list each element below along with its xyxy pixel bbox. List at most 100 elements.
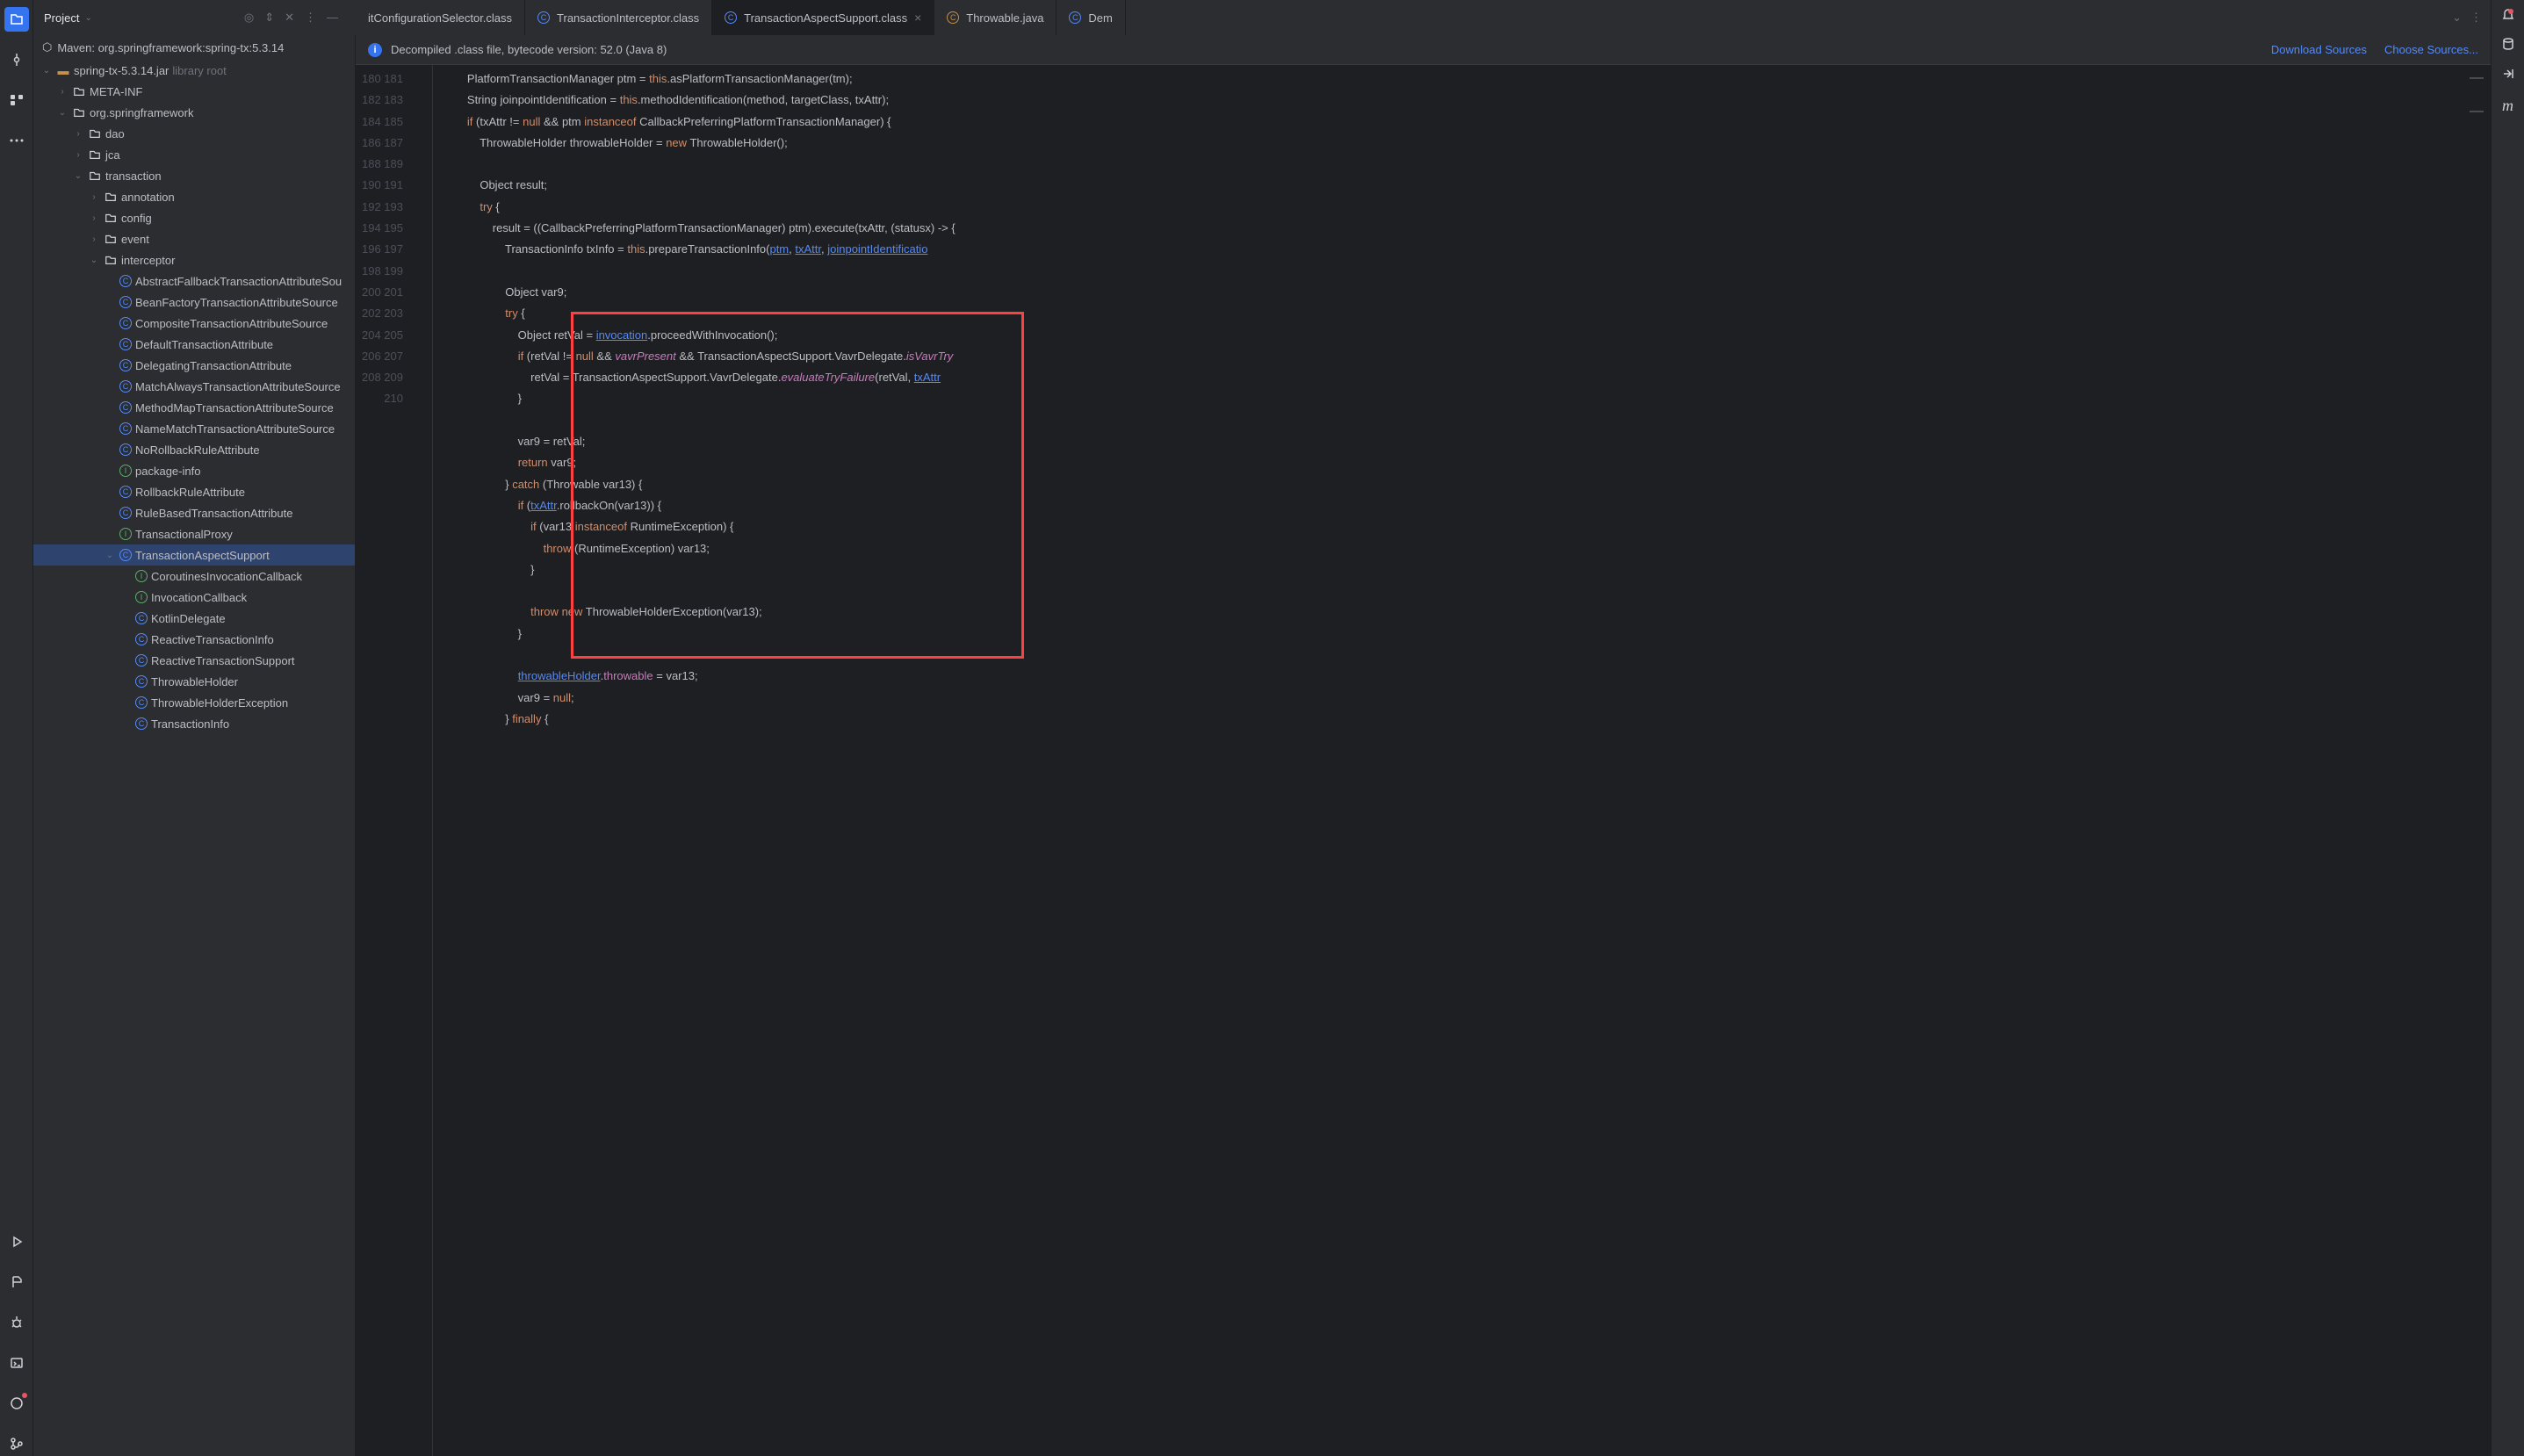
tree-row[interactable]: ›META-INF xyxy=(33,81,355,102)
tree-arrow-icon[interactable]: ⌄ xyxy=(72,171,84,181)
more-icon[interactable]: ⋮ xyxy=(305,11,316,25)
tree-row[interactable]: ⌄CTransactionAspectSupport xyxy=(33,544,355,566)
refactor-tool-button[interactable] xyxy=(2501,67,2515,81)
close-icon[interactable]: × xyxy=(914,11,921,25)
project-tool-button[interactable] xyxy=(4,7,29,32)
terminal-tool-button[interactable] xyxy=(4,1351,29,1375)
line-gutter: 180 181 182 183 184 185 186 187 188 189 … xyxy=(356,65,417,1456)
tree-label: DefaultTransactionAttribute xyxy=(135,338,273,351)
tab-dropdown-icon[interactable]: ⌄ xyxy=(2452,11,2462,25)
tree-row[interactable]: CNoRollbackRuleAttribute xyxy=(33,439,355,460)
tree-arrow-icon[interactable]: › xyxy=(88,213,100,223)
problems-indicator-icon xyxy=(22,1393,27,1398)
tree-row[interactable]: CKotlinDelegate xyxy=(33,608,355,629)
tree-row[interactable]: CDefaultTransactionAttribute xyxy=(33,334,355,355)
tree-row[interactable]: CThrowableHolder xyxy=(33,671,355,692)
tree-row[interactable]: CMatchAlwaysTransactionAttributeSource xyxy=(33,376,355,397)
tree-row[interactable]: ⌄interceptor xyxy=(33,249,355,270)
tree-arrow-icon[interactable]: ⌄ xyxy=(40,66,53,76)
download-sources-link[interactable]: Download Sources xyxy=(2271,43,2367,56)
services-tool-button[interactable] xyxy=(4,1229,29,1254)
tree-row[interactable]: ›config xyxy=(33,207,355,228)
code-editor[interactable]: 180 181 182 183 184 185 186 187 188 189 … xyxy=(356,65,2491,1456)
class-icon: C xyxy=(119,296,132,308)
banner-text: Decompiled .class file, bytecode version… xyxy=(391,43,667,56)
build-tool-button[interactable] xyxy=(4,1270,29,1294)
tab-more-icon[interactable]: ⋮ xyxy=(2470,11,2482,25)
folder-icon xyxy=(72,84,86,98)
tree-arrow-icon[interactable]: › xyxy=(72,150,84,160)
tree-row[interactable]: ⌄transaction xyxy=(33,165,355,186)
tree-row[interactable]: ⌄▬spring-tx-5.3.14.jar library root xyxy=(33,60,355,81)
tree-row[interactable]: CRuleBasedTransactionAttribute xyxy=(33,502,355,523)
tree-row[interactable]: CAbstractFallbackTransactionAttributeSou xyxy=(33,270,355,292)
tree-row[interactable]: ⌄org.springframework xyxy=(33,102,355,123)
tree-arrow-icon[interactable]: › xyxy=(88,192,100,202)
file-type-icon: C xyxy=(537,11,550,24)
editor-tab[interactable]: CTransactionInterceptor.class xyxy=(525,0,712,35)
tree-row[interactable]: IInvocationCallback xyxy=(33,587,355,608)
editor-tab[interactable]: CTransactionAspectSupport.class× xyxy=(712,0,934,35)
tree-arrow-icon[interactable]: ⌄ xyxy=(104,551,116,560)
tree-row[interactable]: › jca xyxy=(33,144,355,165)
project-tree[interactable]: ⌄▬spring-tx-5.3.14.jar library root›META… xyxy=(33,60,355,1456)
tree-arrow-icon[interactable]: ⌄ xyxy=(56,108,69,118)
tree-label: ThrowableHolderException xyxy=(151,696,288,710)
problems-tool-button[interactable] xyxy=(4,1391,29,1416)
tree-row[interactable]: ITransactionalProxy xyxy=(33,523,355,544)
tree-arrow-icon[interactable]: › xyxy=(72,129,84,139)
folder-icon xyxy=(88,126,102,141)
breadcrumb[interactable]: ⬡ Maven: org.springframework:spring-tx:5… xyxy=(33,35,355,60)
debug-tool-button[interactable] xyxy=(4,1310,29,1335)
hide-icon[interactable]: — xyxy=(327,11,338,25)
maven-tool-button[interactable]: m xyxy=(2502,97,2513,115)
class-icon: C xyxy=(119,422,132,435)
locate-icon[interactable]: ◎ xyxy=(244,11,254,25)
tree-label: MatchAlwaysTransactionAttributeSource xyxy=(135,380,341,393)
notif-dot-icon xyxy=(2508,9,2513,14)
tree-arrow-icon[interactable]: ⌄ xyxy=(88,256,100,265)
project-label: Project xyxy=(44,11,79,25)
editor-tab[interactable]: CDem xyxy=(1056,0,1125,35)
structure-tool-button[interactable] xyxy=(4,88,29,112)
choose-sources-link[interactable]: Choose Sources... xyxy=(2384,43,2478,56)
notifications-button[interactable] xyxy=(2501,7,2515,21)
more-tool-button[interactable] xyxy=(4,128,29,153)
project-header[interactable]: Project ⌄ ◎ ⇕ ✕ ⋮ — xyxy=(33,11,356,25)
editor-tab[interactable]: itConfigurationSelector.class xyxy=(356,0,525,35)
tree-row[interactable]: CRollbackRuleAttribute xyxy=(33,481,355,502)
tree-row[interactable]: CNameMatchTransactionAttributeSource xyxy=(33,418,355,439)
tree-row[interactable]: ›annotation xyxy=(33,186,355,207)
tree-row[interactable]: Ipackage-info xyxy=(33,460,355,481)
tree-row[interactable]: CReactiveTransactionSupport xyxy=(33,650,355,671)
vcs-tool-button[interactable] xyxy=(4,1431,29,1456)
tree-label: spring-tx-5.3.14.jar xyxy=(74,64,169,77)
collapse-icon[interactable]: ✕ xyxy=(285,11,294,25)
database-tool-button[interactable] xyxy=(2501,37,2515,51)
tree-row[interactable]: ›event xyxy=(33,228,355,249)
folder-icon xyxy=(104,232,118,246)
tree-row[interactable]: ICoroutinesInvocationCallback xyxy=(33,566,355,587)
tree-row[interactable]: CDelegatingTransactionAttribute xyxy=(33,355,355,376)
tree-row[interactable]: CMethodMapTransactionAttributeSource xyxy=(33,397,355,418)
tree-label: jca xyxy=(105,148,120,162)
tree-label: NameMatchTransactionAttributeSource xyxy=(135,422,335,436)
tree-row[interactable]: CBeanFactoryTransactionAttributeSource xyxy=(33,292,355,313)
tree-row[interactable]: CThrowableHolderException xyxy=(33,692,355,713)
folder-icon xyxy=(88,169,102,183)
commit-tool-button[interactable] xyxy=(4,47,29,72)
tree-row[interactable]: CCompositeTransactionAttributeSource xyxy=(33,313,355,334)
tree-label: dao xyxy=(105,127,125,141)
tree-arrow-icon[interactable]: › xyxy=(56,87,69,97)
code-content[interactable]: PlatformTransactionManager ptm = this.as… xyxy=(433,65,2491,1456)
tree-label: CompositeTransactionAttributeSource xyxy=(135,317,328,330)
maven-icon: ⬡ xyxy=(42,40,52,54)
interface-icon: I xyxy=(119,465,132,477)
tree-row[interactable]: CReactiveTransactionInfo xyxy=(33,629,355,650)
tree-label: package-info xyxy=(135,465,200,478)
tree-arrow-icon[interactable]: › xyxy=(88,234,100,244)
tree-row[interactable]: › dao xyxy=(33,123,355,144)
tree-row[interactable]: CTransactionInfo xyxy=(33,713,355,734)
editor-tab[interactable]: CThrowable.java xyxy=(934,0,1056,35)
expand-icon[interactable]: ⇕ xyxy=(264,11,274,25)
